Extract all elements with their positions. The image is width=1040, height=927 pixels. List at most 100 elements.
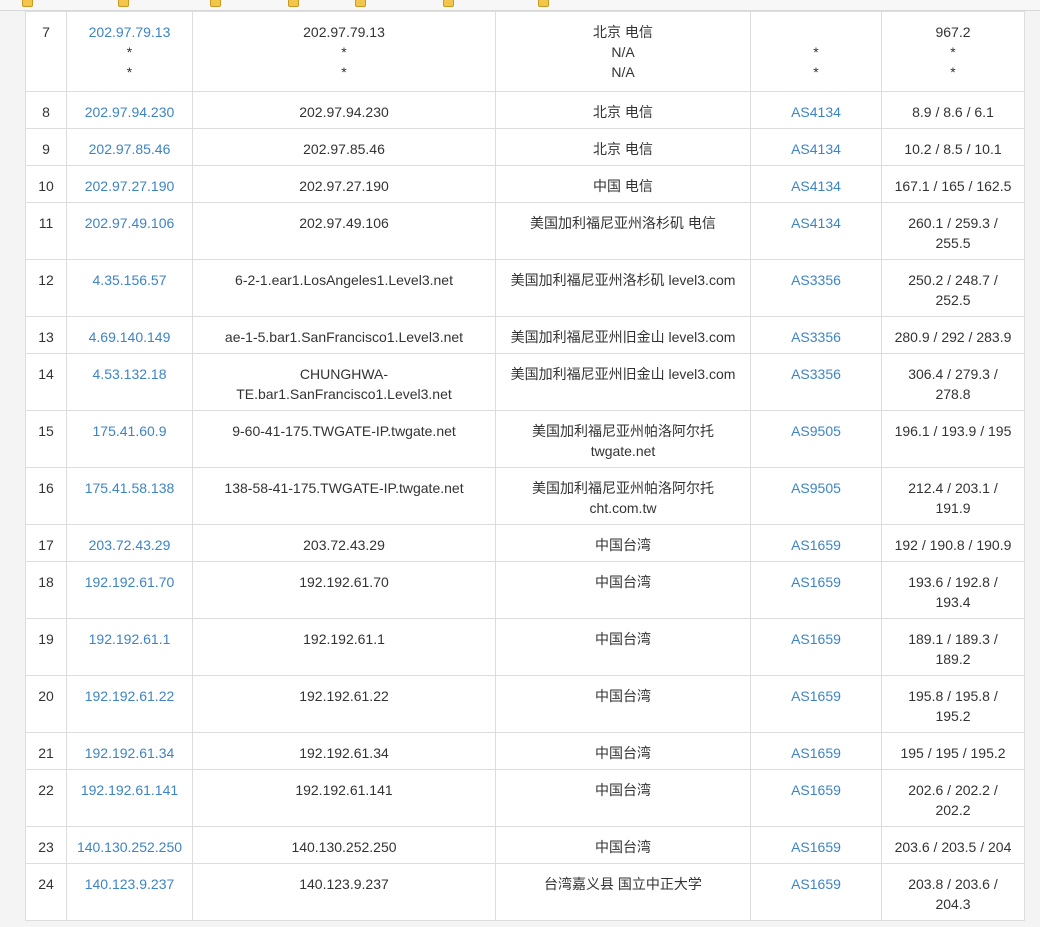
page-content: 7 202.97.79.13 * * 202.97.79.13 * * 北京 电信 N/A N/A…: [0, 11, 1040, 927]
hop-ip-link[interactable]: 4.69.140.149: [71, 327, 188, 347]
table-row: 16 175.41.58.138 138-58-41-175.TWGATE-IP.t…: [25, 467, 1025, 525]
hop-asn-link[interactable]: AS1659: [755, 743, 877, 763]
hop-latency-text: 8.9 / 8.6 / 6.1: [912, 104, 994, 120]
hop-ip-link[interactable]: 202.97.27.190: [71, 176, 188, 196]
hop-asn-link[interactable]: AS1659: [755, 535, 877, 555]
hop-ip-cell: 202.97.27.190: [66, 165, 193, 203]
hop-asn-link[interactable]: AS1659: [755, 837, 877, 857]
hop-hostname-cell: 202.97.79.13 * *: [192, 11, 496, 92]
hop-asn-link[interactable]: AS9505: [755, 478, 877, 498]
hop-asn-link[interactable]: AS9505: [755, 421, 877, 441]
hop-location-cell: 美国加利福尼亚州旧金山 level3.com: [495, 353, 751, 411]
hop-number: 8: [25, 91, 67, 129]
hop-location-text: 美国加利福尼亚州旧金山 level3.com: [510, 366, 736, 382]
hop-asn-link[interactable]: AS4134: [755, 102, 877, 122]
hop-ip-link[interactable]: 4.35.156.57: [71, 270, 188, 290]
hop-ip-cell: 192.192.61.141: [66, 769, 193, 827]
hop-number: 21: [25, 732, 67, 770]
hop-hostname-cell: 192.192.61.1: [192, 618, 496, 676]
hop-latency-text: 192 / 190.8 / 190.9: [894, 537, 1012, 553]
hop-ip-cell: 202.97.94.230: [66, 91, 193, 129]
hop-ip-link[interactable]: 175.41.58.138: [71, 478, 188, 498]
hop-asn-link[interactable]: AS3356: [755, 327, 877, 347]
bookmark-folder-icon[interactable]: [22, 0, 33, 7]
hop-latency-text: 195.8 / 195.8 /: [908, 688, 998, 704]
bookmark-folder-icon[interactable]: [288, 0, 299, 7]
table-row: 20 192.192.61.22 192.192.61.22 中国台湾 AS1659 19…: [25, 675, 1025, 733]
hop-latency-text: 195 / 195 / 195.2: [900, 745, 1006, 761]
hop-ip-link[interactable]: 202.97.85.46: [71, 139, 188, 159]
table-row: 10 202.97.27.190 202.97.27.190 中国 电信 AS4134 1…: [25, 165, 1025, 203]
hop-number: 13: [25, 316, 67, 354]
hop-ip-link[interactable]: 192.192.61.70: [71, 572, 188, 592]
hop-ip-link[interactable]: 202.97.79.13: [71, 22, 188, 42]
hop-ip-link[interactable]: 175.41.60.9: [71, 421, 188, 441]
hop-ip-cell: 175.41.60.9: [66, 410, 193, 468]
hop-ip-link[interactable]: 192.192.61.22: [71, 686, 188, 706]
table-row: 19 192.192.61.1 192.192.61.1 中国台湾 AS1659 189.…: [25, 618, 1025, 676]
bookmark-folder-icon[interactable]: [210, 0, 221, 7]
hop-location-cell: 中国台湾: [495, 732, 751, 770]
hop-ip-link[interactable]: 140.130.252.250: [71, 837, 188, 857]
hop-ip-cell: 140.123.9.237: [66, 863, 193, 921]
bookmark-folder-icon[interactable]: [538, 0, 549, 7]
hop-ip-cell: 4.53.132.18: [66, 353, 193, 411]
hop-latency-text: 260.1 / 259.3 /: [908, 215, 998, 231]
hop-ip-link[interactable]: 202.97.94.230: [71, 102, 188, 122]
hop-hostname-text: 192.192.61.1: [303, 631, 385, 647]
hop-ip-link[interactable]: 192.192.61.1: [71, 629, 188, 649]
hop-ip-link[interactable]: 202.97.49.106: [71, 213, 188, 233]
hop-latency-text: 202.2: [935, 802, 971, 818]
hop-ip-link[interactable]: 4.53.132.18: [71, 364, 188, 384]
hop-asn-link[interactable]: AS4134: [755, 176, 877, 196]
hop-asn-link[interactable]: AS4134: [755, 213, 877, 233]
hop-ip-text: *: [126, 64, 133, 80]
hop-number: 18: [25, 561, 67, 619]
hop-asn-cell: AS4134: [750, 91, 882, 129]
hop-asn-cell: AS1659: [750, 769, 882, 827]
hop-asn-link[interactable]: AS1659: [755, 629, 877, 649]
hop-location-text: 美国加利福尼亚州旧金山 level3.com: [510, 329, 736, 345]
hop-hostname-cell: 202.97.94.230: [192, 91, 496, 129]
hop-hostname-cell: 202.97.49.106: [192, 202, 496, 260]
hop-asn-link[interactable]: AS1659: [755, 780, 877, 800]
hop-asn-link[interactable]: AS4134: [755, 139, 877, 159]
hop-asn-cell: AS9505: [750, 410, 882, 468]
bookmark-folder-icon[interactable]: [443, 0, 454, 7]
hop-latency-text: *: [950, 44, 956, 60]
hop-asn-cell: AS4134: [750, 165, 882, 203]
traceroute-table: 7 202.97.79.13 * * 202.97.79.13 * * 北京 电信 N/A N/A…: [25, 11, 1025, 921]
hop-number: 14: [25, 353, 67, 411]
hop-hostname-text: 202.97.49.106: [299, 215, 389, 231]
hop-latency-cell: 189.1 / 189.3 / 189.2: [881, 618, 1025, 676]
hop-asn-link[interactable]: AS1659: [755, 572, 877, 592]
hop-asn-link[interactable]: AS1659: [755, 686, 877, 706]
table-row: 11 202.97.49.106 202.97.49.106 美国加利福尼亚州洛杉矶 …: [25, 202, 1025, 260]
hop-asn-text: *: [813, 44, 819, 60]
hop-latency-text: 204.3: [935, 896, 971, 912]
hop-latency-text: 202.6 / 202.2 /: [908, 782, 998, 798]
hop-location-text: 中国台湾: [595, 631, 651, 647]
hop-latency-cell: 203.6 / 203.5 / 204: [881, 826, 1025, 864]
hop-asn-link[interactable]: AS1659: [755, 874, 877, 894]
hop-ip-link[interactable]: 203.72.43.29: [71, 535, 188, 555]
hop-asn-link[interactable]: AS3356: [755, 270, 877, 290]
hop-location-cell: 北京 电信: [495, 128, 751, 166]
hop-asn-cell: AS1659: [750, 524, 882, 562]
hop-latency-cell: 202.6 / 202.2 / 202.2: [881, 769, 1025, 827]
hop-location-text: 北京 电信: [593, 104, 653, 120]
bookmark-folder-icon[interactable]: [355, 0, 366, 7]
hop-ip-link[interactable]: 140.123.9.237: [71, 874, 188, 894]
hop-location-text: 中国台湾: [595, 537, 651, 553]
table-row: 13 4.69.140.149 ae-1-5.bar1.SanFrancisco1.…: [25, 316, 1025, 354]
hop-location-text: N/A: [611, 64, 635, 80]
hop-location-cell: 美国加利福尼亚州帕洛阿尔托 twgate.net: [495, 410, 751, 468]
bookmark-folder-icon[interactable]: [118, 0, 129, 7]
hop-number: 16: [25, 467, 67, 525]
hop-ip-link[interactable]: 192.192.61.141: [71, 780, 188, 800]
hop-location-text: 中国台湾: [595, 574, 651, 590]
hop-asn-link[interactable]: AS3356: [755, 364, 877, 384]
hop-ip-link[interactable]: 192.192.61.34: [71, 743, 188, 763]
hop-hostname-cell: 203.72.43.29: [192, 524, 496, 562]
hop-latency-text: 278.8: [935, 386, 971, 402]
